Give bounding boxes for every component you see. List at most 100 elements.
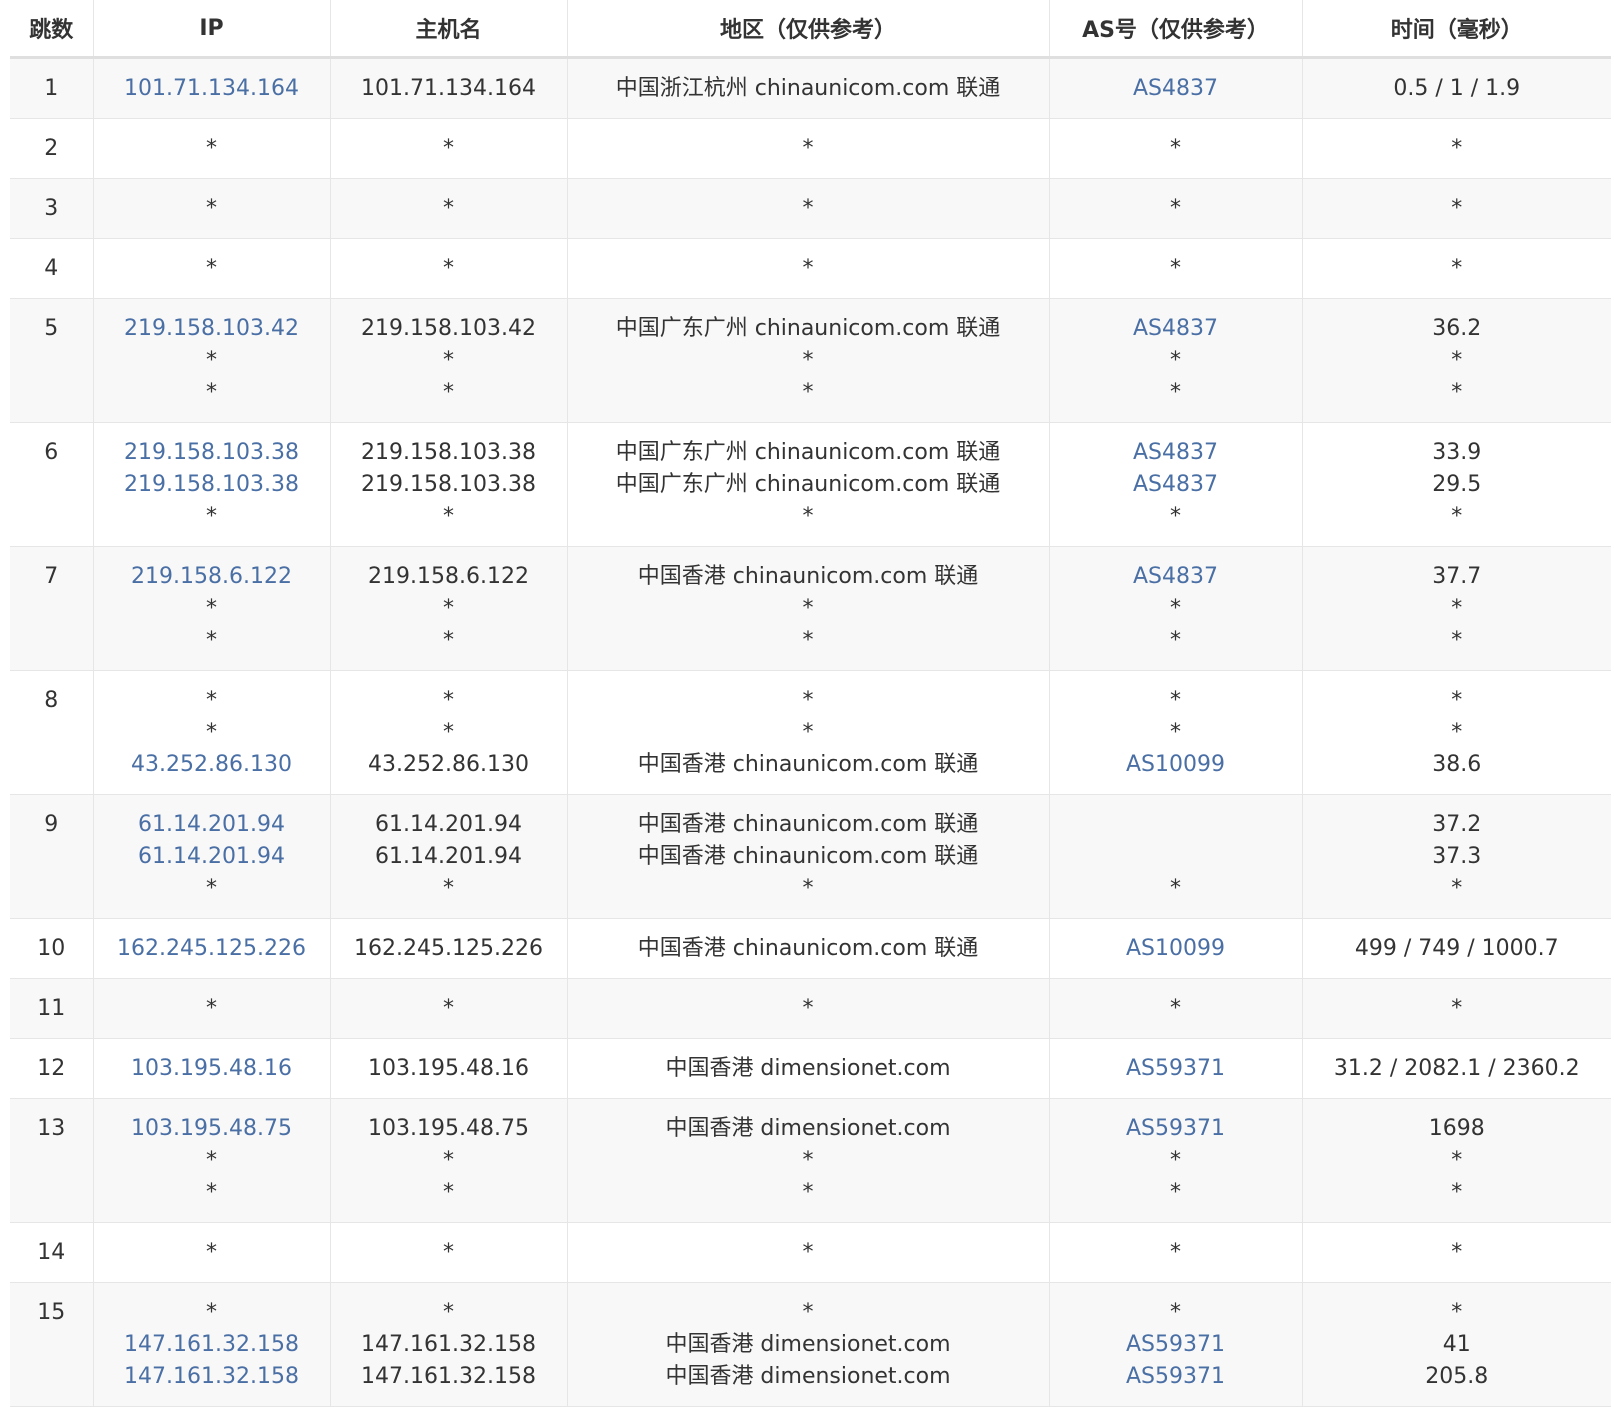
ip-cell: 101.71.134.164 bbox=[93, 57, 331, 119]
time-value: 37.3 bbox=[1432, 844, 1482, 869]
ip-cell: 61.14.201.94 61.14.201.94 * bbox=[93, 794, 331, 919]
as-link[interactable]: AS10099 bbox=[1054, 933, 1298, 965]
timeout-marker: * bbox=[206, 504, 217, 529]
ip-link[interactable]: 103.195.48.16 bbox=[98, 1053, 326, 1085]
region-cell: 中国浙江杭州 chinaunicom.com 联通 bbox=[567, 57, 1050, 119]
as-link[interactable]: AS4837 bbox=[1054, 73, 1298, 105]
timeout-marker: * bbox=[206, 720, 217, 745]
hostname-cell: * bbox=[330, 178, 568, 239]
ip-link[interactable]: 43.252.86.130 bbox=[98, 749, 326, 781]
timeout-marker: * bbox=[802, 1240, 814, 1265]
time-cell: * bbox=[1302, 1222, 1611, 1283]
timeout-marker: * bbox=[443, 196, 454, 221]
time-cell: 499 / 749 / 1000.7 bbox=[1302, 918, 1611, 979]
timeout-marker: * bbox=[802, 256, 814, 281]
timeout-marker: * bbox=[1451, 596, 1463, 621]
as-link[interactable]: AS10099 bbox=[1054, 749, 1298, 781]
ip-link[interactable]: 162.245.125.226 bbox=[98, 933, 326, 965]
timeout-marker: * bbox=[443, 1240, 454, 1265]
header-ip[interactable]: IP bbox=[93, 0, 331, 59]
as-link[interactable]: AS4837 bbox=[1054, 469, 1298, 501]
timeout-marker: * bbox=[1170, 256, 1181, 281]
time-cell: * bbox=[1302, 978, 1611, 1039]
ip-link[interactable]: 219.158.103.42 bbox=[98, 313, 326, 345]
region-cell: * bbox=[567, 978, 1050, 1039]
header-hop[interactable]: 跳数 bbox=[10, 0, 94, 59]
table-row: 10 162.245.125.226 162.245.125.226 中国香港 chi… bbox=[10, 918, 1611, 979]
table-row: 14 * * * * * bbox=[10, 1222, 1611, 1283]
ip-link[interactable]: 147.161.32.158 bbox=[98, 1329, 326, 1361]
region-value: 中国广东广州 chinaunicom.com 联通 bbox=[615, 316, 1001, 341]
ip-cell: 162.245.125.226 bbox=[93, 918, 331, 979]
timeout-marker: * bbox=[1170, 1180, 1181, 1205]
timeout-marker: * bbox=[1451, 256, 1463, 281]
timeout-marker: * bbox=[206, 628, 217, 653]
host-value: 43.252.86.130 bbox=[368, 752, 529, 777]
region-cell: 中国广东广州 chinaunicom.com 联通 中国广东广州 chinauni… bbox=[567, 422, 1050, 547]
header-region[interactable]: 地区（仅供参考） bbox=[567, 0, 1050, 59]
timeout-marker: * bbox=[206, 136, 217, 161]
hop-cell: 6 bbox=[10, 422, 94, 547]
header-as[interactable]: AS号（仅供参考） bbox=[1049, 0, 1303, 59]
timeout-marker: * bbox=[802, 720, 814, 745]
timeout-marker: * bbox=[1451, 136, 1463, 161]
hostname-cell: * * 43.252.86.130 bbox=[330, 670, 568, 795]
ip-link[interactable]: 61.14.201.94 bbox=[98, 809, 326, 841]
as-link[interactable]: AS59371 bbox=[1054, 1361, 1298, 1393]
ip-link[interactable]: 103.195.48.75 bbox=[98, 1113, 326, 1145]
as-cell: * bbox=[1049, 1222, 1303, 1283]
hop-cell: 7 bbox=[10, 546, 94, 671]
region-cell: * * 中国香港 chinaunicom.com 联通 bbox=[567, 670, 1050, 795]
hostname-cell: 162.245.125.226 bbox=[330, 918, 568, 979]
traceroute-table-container: 跳数 IP 主机名 地区（仅供参考） AS号（仅供参考） 时间（毫秒） 1 101… bbox=[10, 0, 1611, 1407]
as-link[interactable]: AS4837 bbox=[1054, 561, 1298, 593]
timeout-marker: * bbox=[443, 256, 454, 281]
ip-link[interactable]: 219.158.103.38 bbox=[98, 469, 326, 501]
region-value: 中国香港 chinaunicom.com 联通 bbox=[637, 812, 979, 837]
region-cell: 中国香港 dimensionet.com bbox=[567, 1038, 1050, 1099]
table-body: 1 101.71.134.164 101.71.134.164 中国浙江杭州 chin… bbox=[10, 57, 1611, 1407]
ip-cell: 103.195.48.16 bbox=[93, 1038, 331, 1099]
ip-cell: 219.158.6.122 * * bbox=[93, 546, 331, 671]
timeout-marker: * bbox=[443, 1148, 454, 1173]
as-link[interactable]: AS59371 bbox=[1054, 1053, 1298, 1085]
as-cell: AS4837 bbox=[1049, 57, 1303, 119]
ip-link[interactable]: 219.158.103.38 bbox=[98, 437, 326, 469]
as-cell: * AS59371 AS59371 bbox=[1049, 1282, 1303, 1407]
hostname-cell: * bbox=[330, 118, 568, 179]
table-row: 12 103.195.48.16 103.195.48.16 中国香港 dimensi… bbox=[10, 1038, 1611, 1099]
as-link[interactable]: AS59371 bbox=[1054, 1113, 1298, 1145]
as-link[interactable]: AS4837 bbox=[1054, 437, 1298, 469]
ip-cell: * * 43.252.86.130 bbox=[93, 670, 331, 795]
timeout-marker: * bbox=[206, 1148, 217, 1173]
time-value: 38.6 bbox=[1432, 752, 1482, 777]
ip-cell: * bbox=[93, 178, 331, 239]
region-cell: * bbox=[567, 178, 1050, 239]
as-link[interactable]: AS4837 bbox=[1054, 313, 1298, 345]
ip-link[interactable]: 101.71.134.164 bbox=[98, 73, 326, 105]
traceroute-table: 跳数 IP 主机名 地区（仅供参考） AS号（仅供参考） 时间（毫秒） 1 101… bbox=[10, 0, 1611, 1407]
time-cell: 37.7 * * bbox=[1302, 546, 1611, 671]
host-value: 103.195.48.75 bbox=[368, 1116, 529, 1141]
timeout-marker: * bbox=[1170, 720, 1181, 745]
as-cell: * bbox=[1049, 238, 1303, 299]
timeout-marker: * bbox=[1451, 380, 1463, 405]
timeout-marker: * bbox=[443, 720, 454, 745]
ip-cell: * 147.161.32.158 147.161.32.158 bbox=[93, 1282, 331, 1407]
timeout-marker: * bbox=[802, 688, 814, 713]
time-value: 37.7 bbox=[1432, 564, 1482, 589]
ip-cell: * bbox=[93, 978, 331, 1039]
region-value: 中国香港 dimensionet.com bbox=[665, 1056, 951, 1081]
region-value: 中国香港 dimensionet.com bbox=[665, 1332, 951, 1357]
hostname-cell: * bbox=[330, 238, 568, 299]
ip-link[interactable]: 147.161.32.158 bbox=[98, 1361, 326, 1393]
host-value: 147.161.32.158 bbox=[361, 1364, 536, 1389]
ip-link[interactable]: 219.158.6.122 bbox=[98, 561, 326, 593]
ip-link[interactable]: 61.14.201.94 bbox=[98, 841, 326, 873]
as-link[interactable]: AS59371 bbox=[1054, 1329, 1298, 1361]
header-time[interactable]: 时间（毫秒） bbox=[1302, 0, 1611, 59]
region-cell: * 中国香港 dimensionet.com 中国香港 dimensionet.co… bbox=[567, 1282, 1050, 1407]
hop-cell: 11 bbox=[10, 978, 94, 1039]
timeout-marker: * bbox=[443, 996, 454, 1021]
header-hostname[interactable]: 主机名 bbox=[330, 0, 568, 59]
